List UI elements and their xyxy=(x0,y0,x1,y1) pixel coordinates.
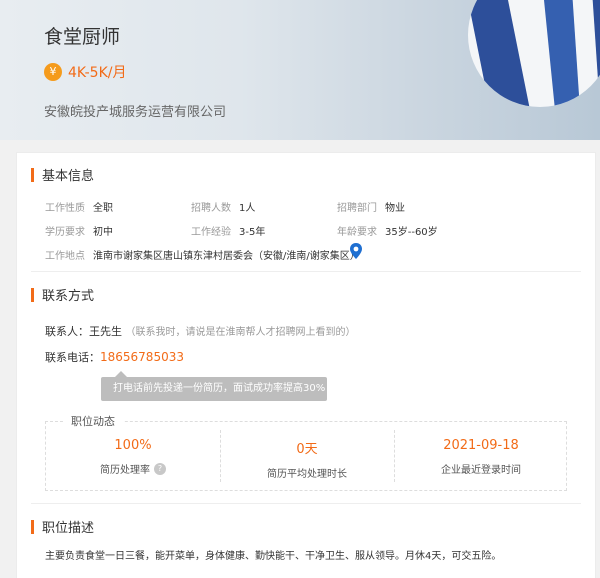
dynamics-item: 2021-09-18 企业最近登录时间 xyxy=(394,438,568,476)
contact-phone-row: 联系电话：18656785033 xyxy=(45,349,184,365)
dynamics-item: 0天 简历平均处理时长 xyxy=(220,438,394,480)
field-value: 3-5年 xyxy=(239,227,266,238)
contact-person-name: 王先生 xyxy=(89,325,122,338)
contact-person-label: 联系人： xyxy=(45,325,89,338)
divider xyxy=(31,271,581,272)
job-description-text: 主要负责食堂一日三餐，能开菜单，身体健康、勤快能干、干净卫生、服从领导。月休4天… xyxy=(45,551,502,562)
phone-number[interactable]: 18656785033 xyxy=(100,350,184,364)
resume-process-rate-value: 100% xyxy=(114,438,152,453)
dynamics-label: 简历处理率 ? xyxy=(46,461,220,476)
last-login-label: 企业最近登录时间 xyxy=(441,465,521,476)
job-dynamics-box: 100% 简历处理率 ? 0天 简历平均处理时长 2021-09-18 企业最近… xyxy=(45,421,567,491)
location-label: 工作地点 xyxy=(45,251,85,262)
hot-air-balloon-image xyxy=(468,0,600,107)
phone-label: 联系电话： xyxy=(45,351,100,364)
field-label: 学历要求 xyxy=(45,227,85,238)
contact-hint: （联系我时，请说是在淮南帮人才招聘网上看到的） xyxy=(125,327,356,338)
field-value: 全职 xyxy=(93,203,113,214)
field-value: 1人 xyxy=(239,203,256,214)
company-name[interactable]: 安徽皖投产城服务运营有限公司 xyxy=(44,101,226,120)
apply-tip-tooltip: 打电话前先投递一份简历，面试成功率提高30% xyxy=(101,371,327,401)
field-label: 工作性质 xyxy=(45,203,85,214)
field-value: 物业 xyxy=(385,203,405,214)
location-value: 淮南市谢家集区唐山镇东津村居委会（安徽/淮南/谢家集区） xyxy=(93,251,360,262)
yuan-coin-icon: ¥ xyxy=(44,63,62,81)
avg-process-time-value: 0天 xyxy=(296,442,318,457)
help-icon[interactable]: ? xyxy=(154,462,166,475)
job-dynamics-title: 职位动态 xyxy=(63,413,123,429)
avg-process-time-label: 简历平均处理时长 xyxy=(267,469,347,480)
salary-text: 4K-5K/月 xyxy=(68,65,127,81)
salary: ¥ 4K-5K/月 xyxy=(44,62,126,82)
field-label: 年龄要求 xyxy=(337,227,377,238)
job-detail-card: 基本信息 工作性质 全职 招聘人数 1人 招聘部门 物业 学历要求 初中 工作经… xyxy=(16,152,596,578)
section-title-basic-info: 基本信息 xyxy=(31,165,94,184)
contact-person-row: 联系人：王先生 （联系我时，请说是在淮南帮人才招聘网上看到的） xyxy=(45,323,356,339)
section-title-description: 职位描述 xyxy=(31,517,94,536)
job-header-banner: 食堂厨师 ¥ 4K-5K/月 安徽皖投产城服务运营有限公司 xyxy=(0,0,600,140)
field-label: 工作经验 xyxy=(191,227,231,238)
divider xyxy=(31,503,581,504)
field-label: 招聘部门 xyxy=(337,203,377,214)
field-value: 初中 xyxy=(93,227,113,238)
field-value: 35岁--60岁 xyxy=(385,227,438,238)
last-login-value: 2021-09-18 xyxy=(443,438,519,453)
job-title: 食堂厨师 xyxy=(44,26,121,48)
section-title-contact: 联系方式 xyxy=(31,285,94,304)
dynamics-item: 100% 简历处理率 ? xyxy=(46,438,220,476)
map-pin-icon[interactable] xyxy=(349,243,363,259)
resume-process-rate-label: 简历处理率 xyxy=(100,465,150,476)
field-label: 招聘人数 xyxy=(191,203,231,214)
